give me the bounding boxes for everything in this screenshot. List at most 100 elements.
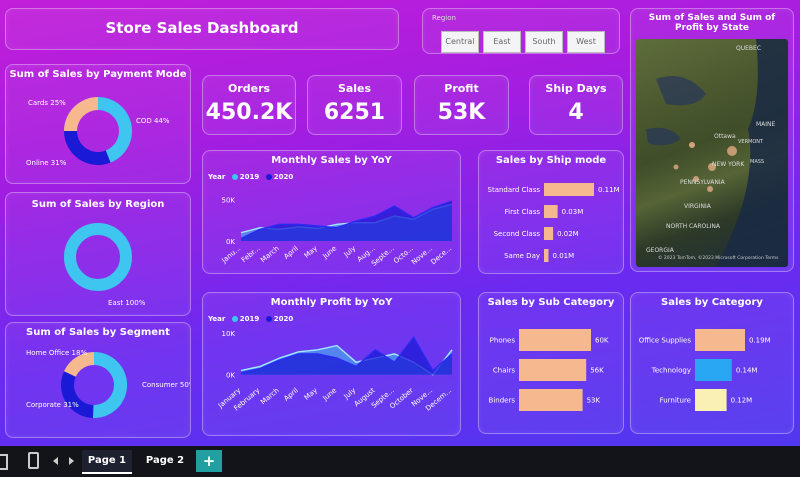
kpi-ship-days-label: Ship Days xyxy=(545,82,607,95)
legend-2020: 2020 xyxy=(273,173,294,181)
kpi-sales-value: 6251 xyxy=(323,100,386,125)
tab-page-2[interactable]: Page 2 xyxy=(140,450,190,472)
dashboard-canvas: Store Sales Dashboard Region Central Eas… xyxy=(0,0,800,446)
state-map[interactable]: QUEBEC MAINE Ottawa VERMONT NEW YORK MAS… xyxy=(636,39,788,267)
ocean-area xyxy=(716,39,788,267)
x-tick-label: Nove... xyxy=(410,244,434,266)
legend-title: Year xyxy=(208,173,226,181)
bar-office-supplies xyxy=(695,329,745,351)
sub-category-title: Sales by Sub Category xyxy=(487,297,615,308)
y-tick-label: 50K xyxy=(222,196,236,204)
add-page-button[interactable]: + xyxy=(196,450,222,472)
map-svg xyxy=(646,39,788,267)
fit-page-icon[interactable] xyxy=(0,454,8,470)
x-tick-label: May xyxy=(303,386,319,401)
bar-category-label: Standard Class xyxy=(488,186,541,194)
bar-value-label: 0.03M xyxy=(562,208,584,216)
ship-mode-chart: Standard Class 0.11M First Class 0.03M Secon… xyxy=(488,183,620,262)
legend-dot-2019 xyxy=(231,174,238,180)
monthly-sales-title: Monthly Sales by YoY xyxy=(271,155,392,166)
region-chart-title: Sum of Sales by Region xyxy=(31,199,165,210)
y-tick-label: 0K xyxy=(226,372,235,380)
ship-mode-title: Sales by Ship mode xyxy=(495,155,607,166)
region-slicer: Region Central East South West xyxy=(422,8,620,54)
map-label-quebec: QUEBEC xyxy=(736,45,762,52)
donut-label-home-office: Home Office 18% xyxy=(26,349,87,357)
segment-title: Sum of Sales by Segment xyxy=(26,327,170,338)
map-bubble xyxy=(673,164,679,170)
map-bubble xyxy=(707,186,713,192)
donut-slice-east xyxy=(64,223,132,291)
map-label-georgia: GEORGIA xyxy=(646,247,674,254)
next-page-icon[interactable] xyxy=(69,457,74,465)
map-label-maine: MAINE xyxy=(756,121,776,128)
bar-same-day xyxy=(544,249,549,262)
bar-value-label: 56K xyxy=(590,367,604,375)
legend-2019: 2019 xyxy=(239,315,260,323)
title-card: Store Sales Dashboard xyxy=(5,8,399,50)
sub-category-card: Sales by Sub Category Phones 60K Chairs 56K… xyxy=(478,292,624,434)
bar-binders xyxy=(519,389,583,411)
donut-label-online: Online 31% xyxy=(26,159,67,167)
bar-value-label: 0.14M xyxy=(736,367,758,375)
x-tick-label: Janu... xyxy=(220,244,243,265)
kpi-profit-card: Profit 53K xyxy=(414,75,509,135)
bar-category-label: Office Supplies xyxy=(639,337,692,345)
donut-label-east: East 100% xyxy=(108,299,146,307)
category-title: Sales by Category xyxy=(661,297,763,308)
map-label-north-carolina: NORTH CAROLINA xyxy=(666,223,720,230)
map-label-pennsylvania: PENNSYLVANIA xyxy=(680,179,725,186)
dashboard-title: Store Sales Dashboard xyxy=(105,19,299,37)
payment-mode-donut: COD 44% Online 31% Cards 25% xyxy=(26,97,170,167)
x-tick-label: April xyxy=(282,244,299,260)
donut-slice-consumer xyxy=(92,351,128,418)
category-chart: Office Supplies 0.19M Technology 0.14M Furni… xyxy=(639,329,771,411)
donut-label-corporate: Corporate 31% xyxy=(26,401,79,409)
sub-category-chart: Phones 60K Chairs 56K Binders 53K xyxy=(489,329,609,411)
kpi-orders-card: Orders 450.2K xyxy=(202,75,296,135)
bar-category-label: Phones xyxy=(490,337,516,345)
x-tick-label: March xyxy=(259,244,280,264)
legend-2019: 2019 xyxy=(239,173,260,181)
region-option-south[interactable]: South xyxy=(525,31,563,53)
payment-mode-card: Sum of Sales by Payment Mode COD 44% Onli… xyxy=(5,64,191,184)
prev-page-icon[interactable] xyxy=(53,457,58,465)
x-tick-label: April xyxy=(282,386,299,402)
donut-slice-cards xyxy=(64,97,98,131)
donut-slice-online xyxy=(64,131,111,165)
map-label-virginia: VIRGINIA xyxy=(684,203,711,210)
category-card: Sales by Category Office Supplies 0.19M Te… xyxy=(630,292,794,434)
bar-value-label: 60K xyxy=(595,337,609,345)
bar-first-class xyxy=(544,205,558,218)
region-option-east[interactable]: East xyxy=(483,31,521,53)
map-title: Sum of Sales and Sum of Profit by State xyxy=(648,13,776,33)
payment-mode-title: Sum of Sales by Payment Mode xyxy=(9,69,187,80)
bar-standard-class xyxy=(544,183,594,196)
tab-page-1[interactable]: Page 1 xyxy=(82,450,132,474)
region-option-west[interactable]: West xyxy=(567,31,605,53)
y-tick-label: 0K xyxy=(226,238,235,246)
kpi-ship-days-card: Ship Days 4 xyxy=(529,75,623,135)
bar-category-label: Technology xyxy=(651,367,691,375)
bar-value-label: 0.02M xyxy=(557,230,579,238)
region-option-central[interactable]: Central xyxy=(441,31,479,53)
kpi-profit-label: Profit xyxy=(444,82,479,95)
kpi-orders-value: 450.2K xyxy=(205,100,293,125)
x-tick-label: Dece... xyxy=(429,244,453,266)
kpi-profit-value: 53K xyxy=(437,100,486,125)
legend-dot-2019 xyxy=(231,316,238,322)
legend-title: Year xyxy=(208,315,226,323)
monthly-profit-card: Monthly Profit by YoY Year 2019 2020 0K 1… xyxy=(202,292,461,436)
kpi-ship-days-value: 4 xyxy=(568,100,584,125)
bar-value-label: 0.11M xyxy=(598,186,620,194)
region-card: Sum of Sales by Region East 100% xyxy=(5,192,191,316)
kpi-sales-card: Sales 6251 xyxy=(307,75,402,135)
map-label-mass: MASS xyxy=(750,159,765,165)
donut-label-cards: Cards 25% xyxy=(28,99,66,107)
map-bubble xyxy=(689,142,695,148)
mobile-layout-icon[interactable] xyxy=(28,452,39,469)
donut-label-cod: COD 44% xyxy=(136,117,170,125)
region-donut: East 100% xyxy=(64,223,146,307)
bar-value-label: 0.01M xyxy=(553,252,575,260)
bar-value-label: 53K xyxy=(587,397,601,405)
